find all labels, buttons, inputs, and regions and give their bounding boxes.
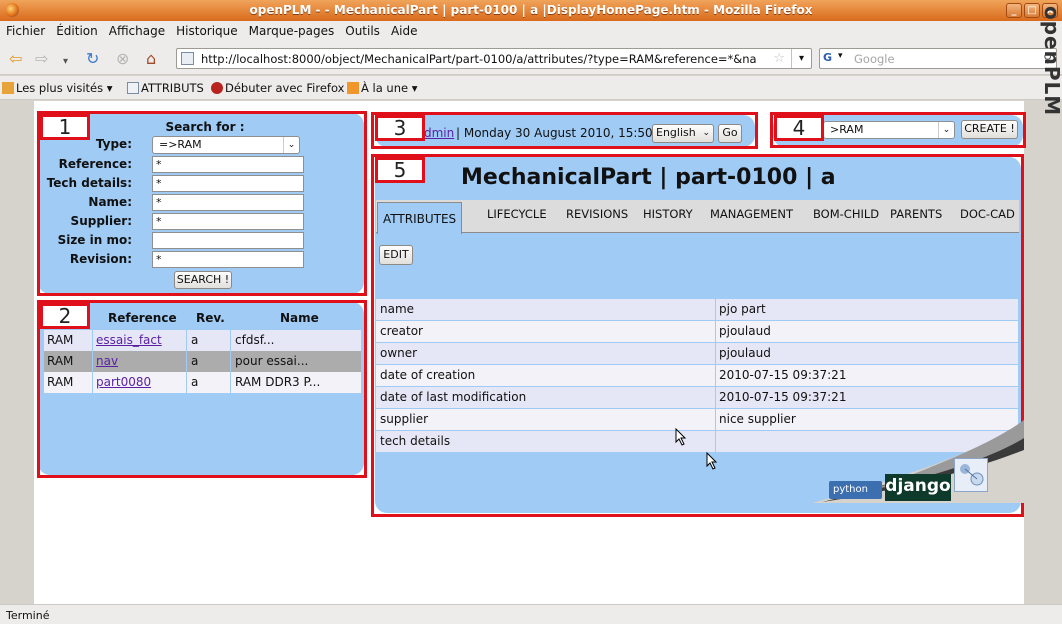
annotation-label-5: 5 xyxy=(375,157,425,183)
menu-fichier[interactable]: Fichier xyxy=(0,21,50,38)
search-input[interactable]: Google xyxy=(854,52,895,66)
reload-icon[interactable]: ↻ xyxy=(86,51,99,67)
menu-edition[interactable]: Édition xyxy=(50,21,103,38)
mouse-cursor-icon xyxy=(706,452,718,470)
search-engine-icon[interactable]: G xyxy=(823,51,832,64)
maximize-button[interactable]: □ xyxy=(1024,3,1040,18)
brand-text: openPLM xyxy=(1040,6,1062,117)
url-text[interactable]: http://localhost:8000/object/MechanicalP… xyxy=(201,52,756,66)
menu-outils[interactable]: Outils xyxy=(339,21,385,38)
url-dropdown-icon[interactable]: ▾ xyxy=(791,49,811,68)
bookmark-debuter-firefox[interactable]: Débuter avec Firefox xyxy=(211,81,344,95)
mouse-cursor-icon xyxy=(675,428,687,446)
window-title: openPLM - - MechanicalPart | part-0100 |… xyxy=(249,3,813,17)
home-icon[interactable]: ⌂ xyxy=(146,51,156,67)
menu-bar: Fichier Édition Affichage Historique Marque-… xyxy=(0,21,1062,42)
status-text: Terminé xyxy=(6,609,50,622)
annotation-label-1: 1 xyxy=(40,114,90,140)
window-titlebar: openPLM - - MechanicalPart | part-0100 |… xyxy=(0,0,1062,21)
status-bar: Terminé xyxy=(0,604,1062,624)
python-logo: python xyxy=(829,481,882,499)
annotation-label-2: 2 xyxy=(40,303,90,329)
search-engine-dropdown-icon[interactable]: ▾ xyxy=(838,51,843,61)
page-favicon-icon xyxy=(181,52,194,65)
menu-affichage[interactable]: Affichage xyxy=(103,21,170,38)
bookmark-attributs[interactable]: ATTRIBUTS xyxy=(127,81,204,95)
menu-historique[interactable]: Historique xyxy=(170,21,243,38)
menu-aide[interactable]: Aide xyxy=(385,21,423,38)
history-dropdown-icon[interactable]: ▾ xyxy=(63,54,68,70)
forward-icon[interactable]: ⇨ xyxy=(35,51,48,67)
django-logo: django xyxy=(885,474,951,501)
annotation-label-3: 3 xyxy=(375,115,425,141)
url-bar[interactable]: http://localhost:8000/object/MechanicalP… xyxy=(176,48,812,69)
rss-feed-icon xyxy=(347,82,359,94)
bookmark-most-visited[interactable]: Les plus visités ▾ xyxy=(2,81,113,95)
back-icon[interactable]: ⇦ xyxy=(9,51,22,67)
brand-logo: openPLM xyxy=(1040,6,1062,136)
bookmarks-toolbar: Les plus visités ▾ ATTRIBUTS Débuter ave… xyxy=(0,76,1062,100)
annotation-box-3 xyxy=(371,112,758,149)
bookmark-star-icon[interactable]: ☆ xyxy=(773,51,785,66)
stop-icon[interactable]: ⊗ xyxy=(116,51,129,67)
firefox-bookmark-icon xyxy=(211,82,223,94)
minimize-button[interactable]: _ xyxy=(1006,3,1022,18)
annotation-label-4: 4 xyxy=(774,115,824,141)
diagram-logo-icon xyxy=(954,458,988,492)
web-search-bar[interactable]: G ▾ Google ⚲ xyxy=(819,48,1057,69)
menu-marque-pages[interactable]: Marque-pages xyxy=(243,21,340,38)
rss-folder-icon xyxy=(2,82,14,94)
bookmark-a-la-une[interactable]: À la une ▾ xyxy=(347,81,418,95)
page-icon xyxy=(127,82,139,94)
